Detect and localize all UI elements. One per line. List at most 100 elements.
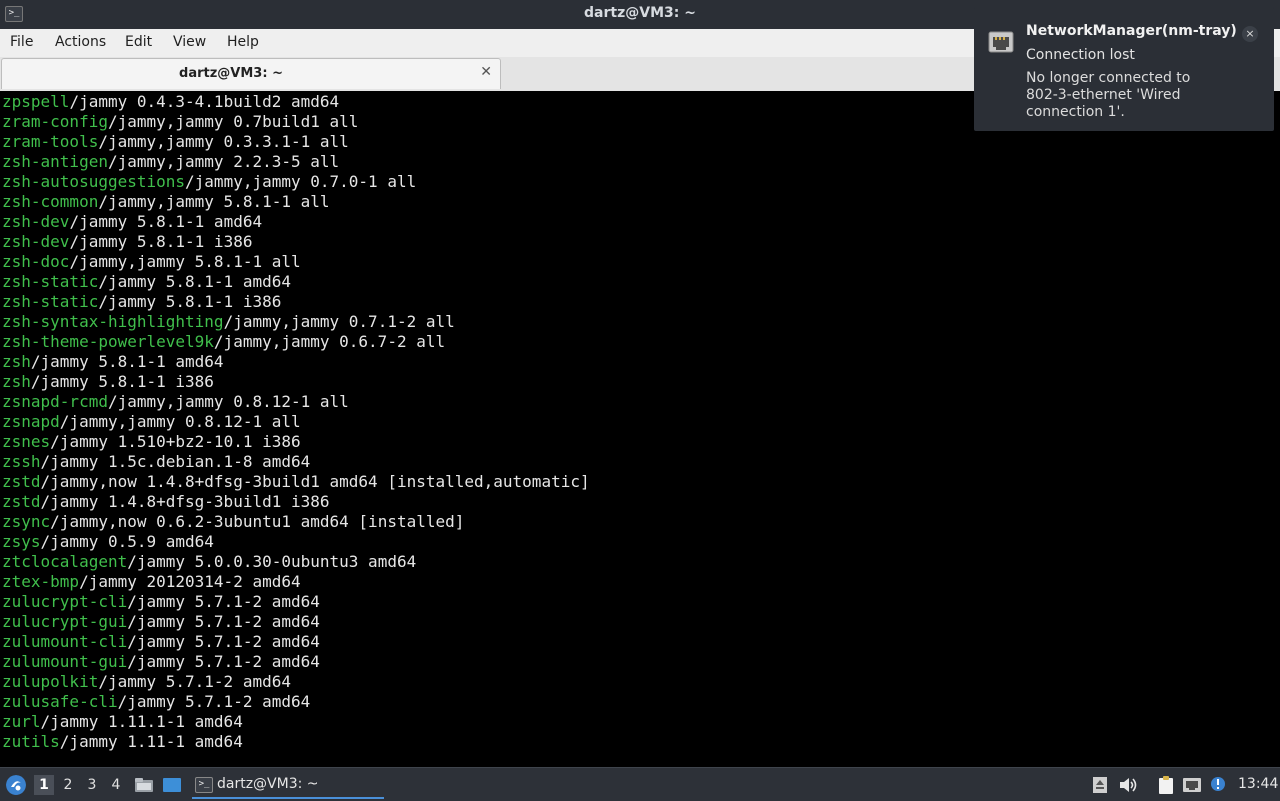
package-name: ztex-bmp: [2, 572, 80, 591]
terminal-line: zutils/jammy 1.11-1 amd64: [2, 732, 243, 752]
terminal-line: zsnapd-rcmd/jammy,jammy 0.8.12-1 all: [2, 392, 349, 412]
terminal-line: zulupolkit/jammy 5.7.1-2 amd64: [2, 672, 291, 692]
terminal-line: ztex-bmp/jammy 20120314-2 amd64: [2, 572, 301, 592]
file-manager-icon[interactable]: [134, 777, 154, 793]
package-details: /jammy,now 1.4.8+dfsg-3build1 amd64 [ins…: [40, 472, 590, 491]
package-name: zsh-doc: [2, 252, 70, 271]
terminal-line: zulucrypt-cli/jammy 5.7.1-2 amd64: [2, 592, 320, 612]
taskbar-terminal-label: dartz@VM3: ~: [217, 776, 319, 792]
network-wired-tray-icon[interactable]: [1182, 775, 1202, 795]
package-name: zsh-theme-powerlevel9k: [2, 332, 214, 351]
tab-terminal[interactable]: dartz@VM3: ~ ✕: [1, 58, 501, 89]
start-menu-icon[interactable]: [6, 775, 26, 795]
terminal-line: zulucrypt-gui/jammy 5.7.1-2 amd64: [2, 612, 320, 632]
package-name: zsnapd: [2, 412, 60, 431]
terminal-line: zsnapd/jammy,jammy 0.8.12-1 all: [2, 412, 301, 432]
package-name: zulucrypt-gui: [2, 612, 128, 631]
eject-icon[interactable]: [1090, 775, 1110, 795]
desktop-4-button[interactable]: 4: [106, 775, 126, 795]
package-details: /jammy 1.11.1-1 amd64: [40, 712, 243, 731]
taskbar: 1 2 3 4 >_ dartz@VM3: ~ 13:44: [0, 767, 1280, 801]
package-details: /jammy,jammy 0.7.1-2 all: [223, 312, 455, 331]
updates-icon[interactable]: [1208, 775, 1228, 795]
package-details: /jammy 5.8.1-1 i386: [30, 372, 214, 391]
package-details: /jammy,jammy 5.8.1-1 all: [98, 192, 330, 211]
package-name: zutils: [2, 732, 60, 751]
package-name: zsh-dev: [2, 212, 70, 231]
package-details: /jammy 0.5.9 amd64: [40, 532, 214, 551]
notification-body: No longer connected to 802-3-ethernet 'W…: [1026, 70, 1191, 120]
package-details: /jammy 0.4.3-4.1build2 amd64: [69, 92, 340, 111]
tab-title: dartz@VM3: ~: [179, 66, 283, 81]
package-details: /jammy 1.510+bz2-10.1 i386: [50, 432, 301, 451]
terminal-line: zsys/jammy 0.5.9 amd64: [2, 532, 214, 552]
package-details: /jammy,jammy 0.7.0-1 all: [185, 172, 417, 191]
package-details: /jammy,jammy 0.8.12-1 all: [59, 412, 301, 431]
terminal-line: zsh-static/jammy 5.8.1-1 amd64: [2, 272, 291, 292]
taskbar-terminal-button[interactable]: >_ dartz@VM3: ~: [192, 772, 384, 799]
terminal-line: zulumount-cli/jammy 5.7.1-2 amd64: [2, 632, 320, 652]
desktop-1-button[interactable]: 1: [34, 775, 54, 795]
notification-close-icon[interactable]: ×: [1242, 26, 1258, 42]
package-name: zurl: [2, 712, 41, 731]
desktop-3-button[interactable]: 3: [82, 775, 102, 795]
package-name: zsnapd-rcmd: [2, 392, 108, 411]
package-details: /jammy,jammy 0.6.7-2 all: [213, 332, 446, 351]
package-name: zsh-syntax-highlighting: [2, 312, 224, 331]
package-details: /jammy 1.5c.debian.1-8 amd64: [40, 452, 311, 471]
package-name: zulumount-gui: [2, 652, 128, 671]
package-name: zstd: [2, 472, 41, 491]
clipboard-icon[interactable]: [1156, 775, 1176, 795]
package-name: zulucrypt-cli: [2, 592, 128, 611]
tab-close-icon[interactable]: ✕: [480, 64, 492, 80]
terminal-line: zram-config/jammy,jammy 0.7build1 all: [2, 112, 358, 132]
package-name: zulupolkit: [2, 672, 99, 691]
package-name: zsh: [2, 352, 31, 371]
package-details: /jammy 20120314-2 amd64: [79, 572, 301, 591]
menu-file[interactable]: File: [10, 34, 33, 50]
terminal-line: zurl/jammy 1.11.1-1 amd64: [2, 712, 243, 732]
terminal-line: zsync/jammy,now 0.6.2-3ubuntu1 amd64 [in…: [2, 512, 464, 532]
package-details: /jammy 5.8.1-1 amd64: [69, 212, 263, 231]
package-name: zssh: [2, 452, 41, 471]
package-name: ztclocalagent: [2, 552, 128, 571]
terminal-line: zsh-theme-powerlevel9k/jammy,jammy 0.6.7…: [2, 332, 445, 352]
menu-actions[interactable]: Actions: [55, 34, 106, 50]
terminal-line: zsh-antigen/jammy,jammy 2.2.3-5 all: [2, 152, 339, 172]
desktop-2-button[interactable]: 2: [58, 775, 78, 795]
terminal-line: zsh-dev/jammy 5.8.1-1 amd64: [2, 212, 262, 232]
notification-popup[interactable]: NetworkManager(nm-tray) Connection lost …: [974, 7, 1274, 131]
package-name: zsh: [2, 372, 31, 391]
package-details: /jammy 5.7.1-2 amd64: [127, 592, 320, 611]
terminal-line: zram-tools/jammy,jammy 0.3.3.1-1 all: [2, 132, 349, 152]
package-details: /jammy 5.8.1-1 i386: [69, 232, 253, 251]
terminal-task-icon: >_: [195, 777, 213, 793]
terminal-line: zsh-common/jammy,jammy 5.8.1-1 all: [2, 192, 330, 212]
clock[interactable]: 13:44: [1238, 776, 1278, 792]
package-details: /jammy,jammy 0.3.3.1-1 all: [98, 132, 349, 151]
network-wired-icon: [988, 31, 1014, 53]
package-details: /jammy,jammy 0.8.12-1 all: [107, 392, 349, 411]
terminal-line: zsh/jammy 5.8.1-1 i386: [2, 372, 214, 392]
volume-icon[interactable]: [1118, 775, 1138, 795]
terminal-line: zssh/jammy 1.5c.debian.1-8 amd64: [2, 452, 310, 472]
terminal-output[interactable]: zpspell/jammy 0.4.3-4.1build2 amd64 zram-…: [0, 91, 1280, 767]
terminal-line: zsh/jammy 5.8.1-1 amd64: [2, 352, 224, 372]
package-name: zpspell: [2, 92, 70, 111]
menu-edit[interactable]: Edit: [125, 34, 152, 50]
package-name: zulumount-cli: [2, 632, 128, 651]
package-details: /jammy,jammy 5.8.1-1 all: [69, 252, 301, 271]
terminal-line: zpspell/jammy 0.4.3-4.1build2 amd64: [2, 92, 339, 112]
package-details: /jammy 5.7.1-2 amd64: [127, 632, 320, 651]
terminal-line: zulumount-gui/jammy 5.7.1-2 amd64: [2, 652, 320, 672]
package-details: /jammy 5.8.1-1 amd64: [98, 272, 291, 291]
package-name: zulusafe-cli: [2, 692, 118, 711]
terminal-line: zsh-doc/jammy,jammy 5.8.1-1 all: [2, 252, 301, 272]
package-details: /jammy 5.7.1-2 amd64: [127, 652, 320, 671]
terminal-line: zstd/jammy,now 1.4.8+dfsg-3build1 amd64 …: [2, 472, 590, 492]
show-desktop-icon[interactable]: [162, 777, 182, 793]
terminal-line: zstd/jammy 1.4.8+dfsg-3build1 i386: [2, 492, 330, 512]
menu-help[interactable]: Help: [227, 34, 259, 50]
package-details: /jammy 1.4.8+dfsg-3build1 i386: [40, 492, 330, 511]
menu-view[interactable]: View: [173, 34, 206, 50]
